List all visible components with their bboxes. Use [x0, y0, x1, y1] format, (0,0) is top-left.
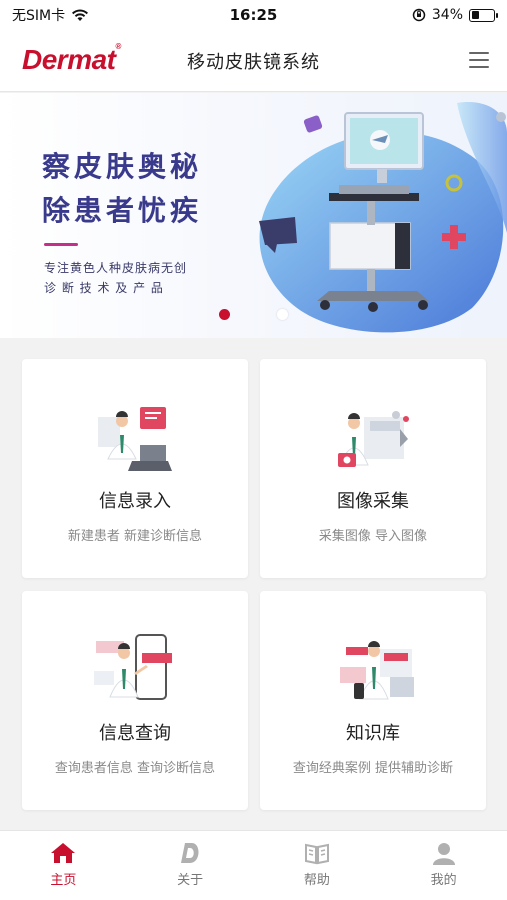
carrier-label: 无SIM卡 — [12, 8, 66, 24]
card-title: 知识库 — [346, 723, 400, 744]
card-description: 查询患者信息 查询诊断信息 — [54, 761, 216, 776]
card-info-entry[interactable]: 信息录入 新建患者 新建诊断信息 — [22, 359, 248, 578]
dermat-logo: Dermat® — [22, 42, 121, 76]
tab-label: 主页 — [50, 873, 77, 888]
battery-percent: 34% — [431, 7, 463, 23]
tab-label: 帮助 — [303, 873, 330, 888]
logo-registered-mark: ® — [115, 42, 121, 51]
card-description: 新建患者 新建诊断信息 — [67, 529, 203, 544]
banner-subtitle-2: 诊 断 技 术 及 产 品 — [44, 281, 164, 295]
info-entry-illustration — [98, 407, 172, 471]
card-knowledge-base[interactable]: 知识库 查询经典案例 提供辅助诊断 — [260, 591, 486, 810]
app-header: Dermat® 移动皮肤镜系统 — [0, 30, 507, 92]
battery-fill — [471, 11, 479, 19]
knowledge-base-illustration — [340, 641, 414, 700]
status-left: 无SIM卡 — [12, 5, 89, 25]
info-query-illustration — [94, 634, 172, 700]
card-title: 信息录入 — [99, 491, 171, 512]
card-description: 查询经典案例 提供辅助诊断 — [292, 761, 454, 776]
home-icon — [51, 843, 76, 863]
card-title: 图像采集 — [337, 491, 409, 512]
image-capture-illustration — [338, 411, 409, 467]
card-info-query[interactable]: 信息查询 查询患者信息 查询诊断信息 — [22, 591, 248, 810]
tab-about[interactable]: 关于 — [127, 831, 254, 900]
carousel-dot-1[interactable] — [219, 309, 230, 320]
wifi-icon — [72, 9, 89, 21]
promo-banner[interactable]: 察皮肤奥秘 除患者忧疾 专注黄色人种皮肤病无创 诊 断 技 术 及 产 品 — [0, 93, 507, 338]
logo-text: Dermat — [22, 44, 116, 75]
tab-label: 关于 — [177, 873, 204, 888]
tab-profile[interactable]: 我的 — [380, 831, 507, 900]
banner-headline-1: 察皮肤奥秘 — [42, 150, 203, 183]
tab-help[interactable]: 帮助 — [254, 831, 381, 900]
orientation-lock-icon — [412, 8, 426, 22]
battery-icon — [469, 8, 498, 22]
menu-icon[interactable] — [469, 50, 489, 70]
status-bar: 无SIM卡 16:25 34% — [0, 0, 507, 30]
tab-label: 我的 — [430, 873, 457, 888]
book-icon — [304, 843, 329, 865]
bottom-tab-bar: 主页 关于 帮助 我的 — [0, 830, 507, 900]
banner-subtitle-1: 专注黄色人种皮肤病无创 — [44, 261, 188, 275]
status-right: 34% — [412, 7, 498, 23]
banner-divider — [44, 243, 78, 246]
carousel-dot-2[interactable] — [277, 309, 288, 320]
tab-home[interactable]: 主页 — [0, 831, 127, 900]
dermatoscope-cart-illustration — [259, 102, 507, 333]
banner-decor-dot — [496, 112, 506, 122]
card-title: 信息查询 — [99, 723, 171, 744]
dermat-d-icon — [181, 843, 199, 863]
card-image-capture[interactable]: 图像采集 采集图像 导入图像 — [260, 359, 486, 578]
user-icon — [432, 843, 455, 865]
banner-headline-2: 除患者忧疾 — [42, 194, 203, 227]
card-description: 采集图像 导入图像 — [318, 529, 428, 544]
